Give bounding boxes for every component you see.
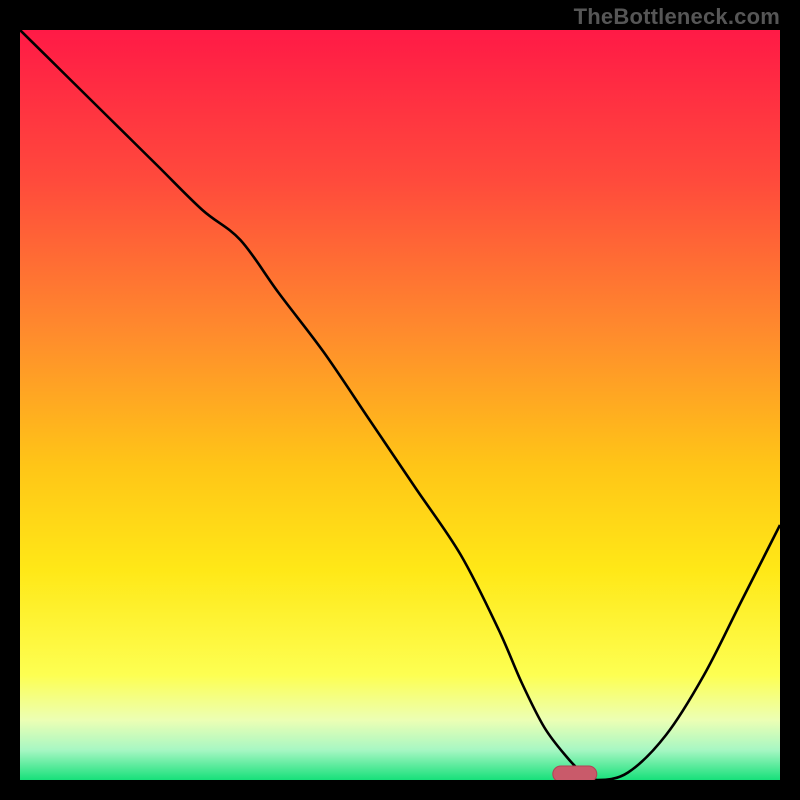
optimal-marker [553, 766, 597, 780]
chart-svg [20, 30, 780, 780]
plot-area [20, 30, 780, 780]
chart-frame: TheBottleneck.com [0, 0, 800, 800]
watermark-text: TheBottleneck.com [574, 4, 780, 30]
